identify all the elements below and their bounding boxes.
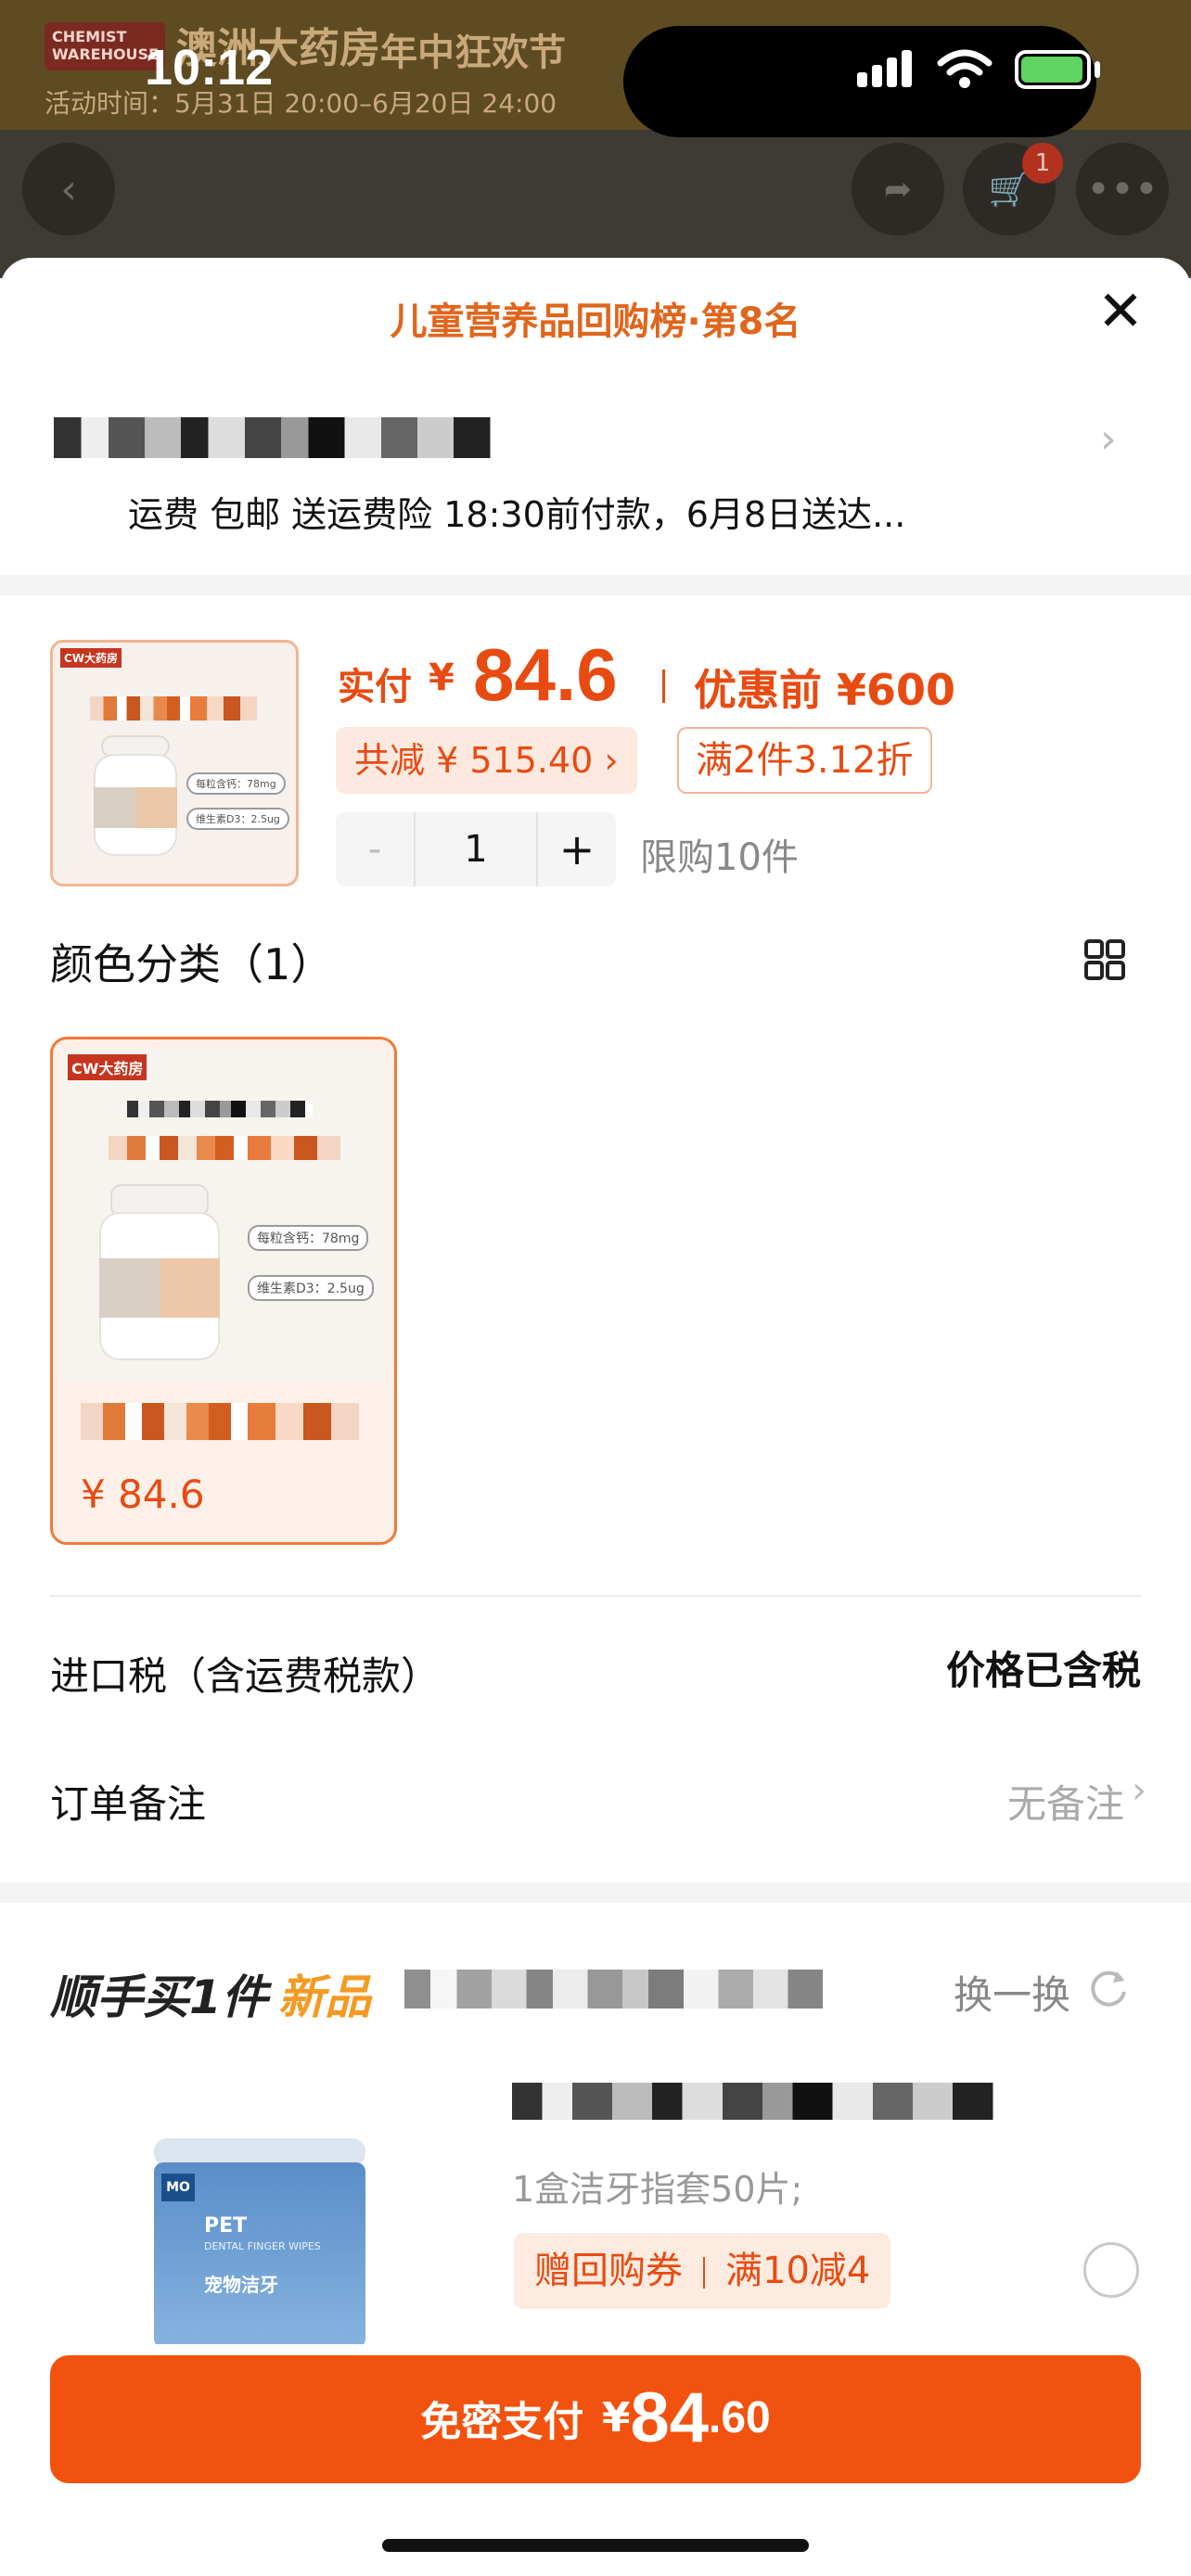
battery-icon: [1015, 50, 1091, 89]
sku-image: CW大药房 每粒含钙：78mg 维生素D3：2.5ug: [62, 1049, 387, 1383]
grid-view-icon[interactable]: [1083, 938, 1126, 981]
section-divider: [0, 575, 1191, 595]
addon-subtitle-redacted: [404, 1970, 840, 2009]
brand-tag: CW大药房: [60, 648, 122, 668]
section-divider: [0, 1882, 1191, 1903]
pay-button[interactable]: 免密支付 ¥84.60: [50, 2355, 1141, 2483]
discount-tag: 满2件3.12折: [677, 727, 932, 794]
divider: [50, 1595, 1141, 1597]
coupon-gift: 赠回购券: [534, 2250, 683, 2292]
pay-currency: ¥: [601, 2394, 631, 2442]
new-tag: 新品: [278, 1970, 371, 2024]
status-bar: 10:12: [0, 0, 1191, 139]
final-price: 84.6: [473, 633, 618, 716]
decrease-button[interactable]: -: [336, 812, 414, 886]
sku-price: ¥ 84.6: [81, 1472, 205, 1517]
back-button[interactable]: ‹: [22, 143, 115, 236]
increase-button[interactable]: +: [538, 812, 616, 886]
chevron-right-icon[interactable]: ›: [1132, 1769, 1146, 1812]
quantity-value[interactable]: 1: [414, 812, 538, 886]
import-tax-value: 价格已含税: [945, 1648, 1141, 1693]
order-note-label[interactable]: 订单备注: [50, 1773, 206, 1830]
vitamin-d3-info: 维生素D3：2.5ug: [186, 808, 289, 830]
currency-symbol: ¥: [429, 657, 455, 699]
addon-coupon: 赠回购券 满10减4: [514, 2233, 891, 2309]
product-thumbnail[interactable]: CW大药房 每粒含钙：78mg 维生素D3：2.5ug: [50, 640, 299, 886]
chevron-left-icon: ‹: [60, 165, 77, 213]
wifi-icon: [937, 49, 992, 88]
price-separator: [662, 670, 665, 703]
addon-title: 顺手买1件: [50, 1970, 268, 2024]
home-indicator[interactable]: [382, 2539, 809, 2552]
color-section-title: 颜色分类（1）: [50, 939, 334, 989]
sku-option-card[interactable]: CW大药房 每粒含钙：78mg 维生素D3：2.5ug ¥ 84.6: [50, 1037, 397, 1545]
addon-product-image[interactable]: MO PET DENTAL FINGER WIPES 宠物洁牙: [148, 2131, 371, 2344]
purchase-limit: 限购10件: [640, 836, 799, 879]
savings-button[interactable]: 共减 ¥ 515.40 ›: [336, 727, 637, 794]
chevron-right-icon[interactable]: ›: [1100, 415, 1117, 463]
cart-badge: 1: [1022, 143, 1063, 184]
share-button[interactable]: ➦: [852, 143, 944, 236]
pay-label: 免密支付: [420, 2398, 584, 2446]
share-icon: ➦: [883, 170, 913, 209]
close-button[interactable]: ✕: [1095, 284, 1146, 339]
more-button[interactable]: •••: [1076, 143, 1169, 236]
vitamin-d3-info: 维生素D3：2.5ug: [248, 1275, 374, 1301]
coupon-discount: 满10减4: [725, 2250, 871, 2292]
sku-name-redacted: [127, 1101, 313, 1117]
address-redacted: [54, 417, 508, 458]
more-icon: •••: [1086, 165, 1159, 213]
close-icon: ✕: [1096, 279, 1145, 344]
clock: 10:12: [145, 40, 274, 96]
product-name-redacted: [90, 696, 257, 721]
final-price-label: 实付: [338, 666, 412, 708]
addon-name-redacted: [512, 2083, 1013, 2120]
quantity-stepper: - 1 +: [336, 812, 616, 886]
refresh-icon[interactable]: [1085, 1964, 1132, 2010]
calcium-info: 每粒含钙：78mg: [248, 1225, 369, 1251]
order-note-value[interactable]: 无备注: [1007, 1773, 1124, 1830]
calcium-info: 每粒含钙：78mg: [186, 772, 286, 795]
original-price: 优惠前 ¥600: [694, 665, 956, 715]
sku-label-redacted: [81, 1403, 359, 1440]
brand-tag: CW大药房: [68, 1054, 147, 1080]
shipping-info[interactable]: 运费 包邮 送运费险 18:30前付款，6月8日送达...: [128, 486, 905, 537]
addon-product-cn-name: 宠物洁牙: [204, 2274, 278, 2296]
addon-description: 1盒洁牙指套50片;: [512, 2169, 803, 2210]
addon-select-radio[interactable]: [1083, 2242, 1139, 2298]
pay-amount-integer: 84: [630, 2378, 709, 2457]
sheet-title: 儿童营养品回购榜·第8名: [390, 300, 801, 343]
addon-product-subtitle: DENTAL FINGER WIPES: [204, 2240, 321, 2252]
sku-subtitle-redacted: [109, 1136, 340, 1160]
import-tax-label: 进口税（含运费税款）: [50, 1653, 441, 1699]
sku-selection-sheet: 儿童营养品回购榜·第8名 ✕ › 运费 包邮 送运费险 18:30前付款，6月8…: [0, 258, 1191, 2576]
pay-amount-decimal: .60: [709, 2393, 771, 2442]
cart-icon: 🛒: [988, 171, 1031, 209]
addon-product-brand: PET: [204, 2214, 248, 2238]
refresh-button[interactable]: 换一换: [954, 1964, 1070, 2021]
